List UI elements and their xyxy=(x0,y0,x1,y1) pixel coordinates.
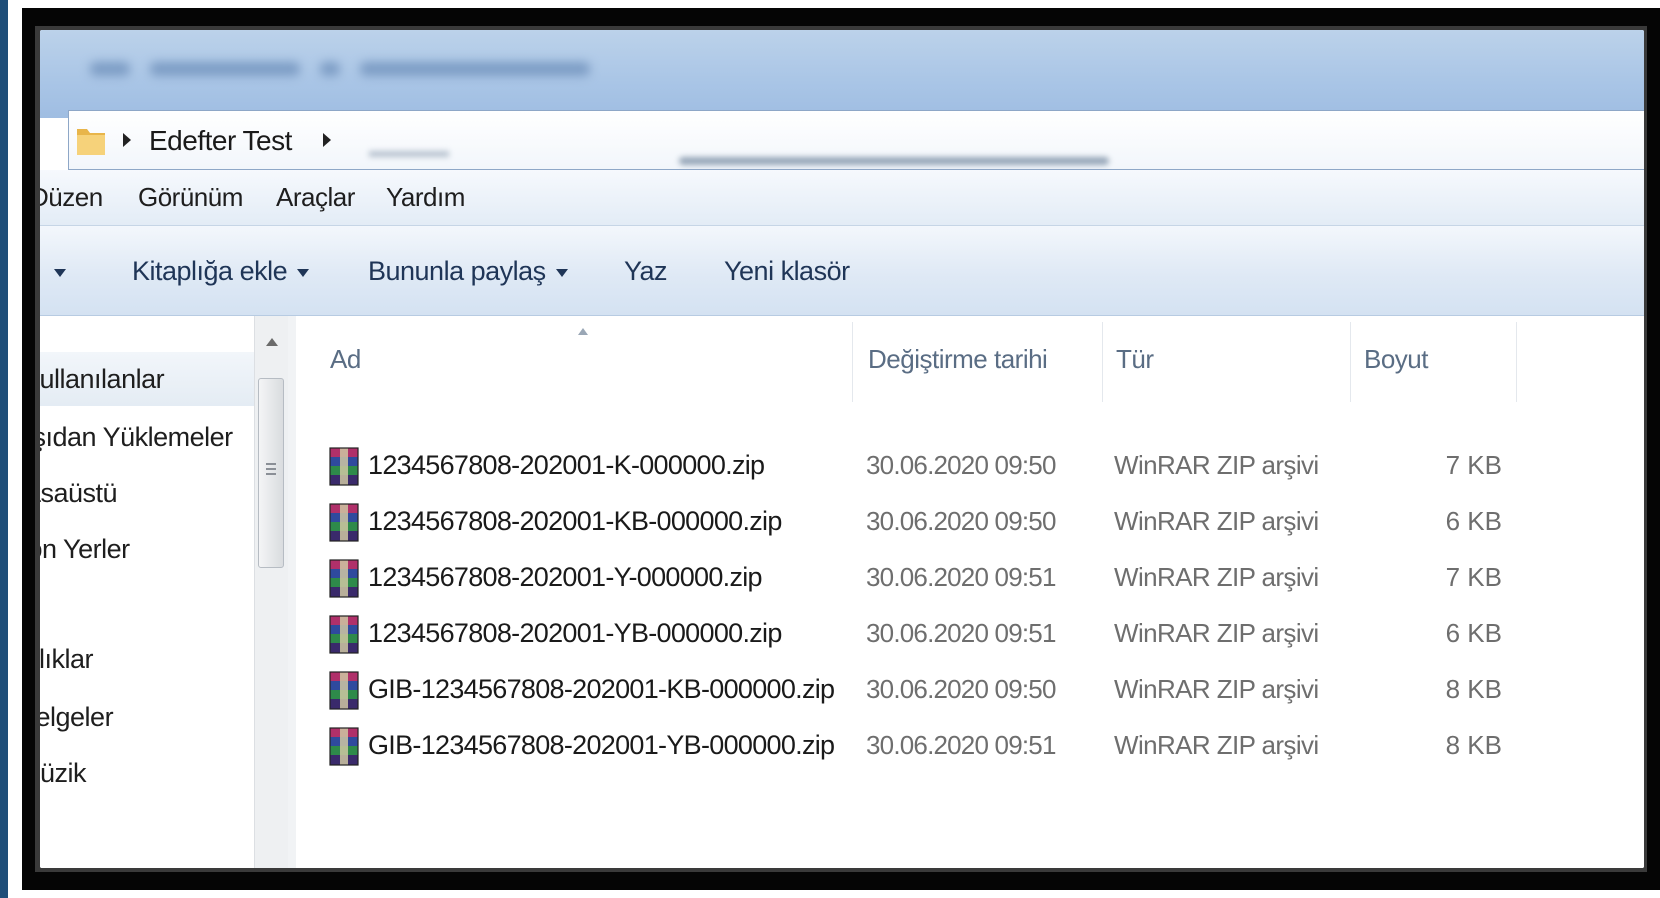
nav-item-recent-places[interactable]: Son Yerler xyxy=(40,534,130,565)
file-type: WinRAR ZIP arşivi xyxy=(1114,730,1319,760)
file-name: 1234567808-202001-K-000000.zip xyxy=(368,450,765,480)
nav-item-recent[interactable]: Kullanılanlar xyxy=(40,352,254,406)
file-row[interactable]: 1234567808-202001-Y-000000.zip 30.06.2020… xyxy=(296,550,1536,606)
file-row[interactable]: 1234567808-202001-K-000000.zip 30.06.2020… xyxy=(296,438,1536,494)
grip-line xyxy=(266,468,276,470)
nav-scrollbar[interactable] xyxy=(254,316,289,868)
blurred-title xyxy=(80,54,620,84)
address-bar[interactable]: Edefter Test xyxy=(68,110,1644,170)
nav-item-label: Kullanılanlar xyxy=(40,364,165,394)
share-with-label: Bununla paylaş xyxy=(368,256,546,286)
file-date: 30.06.2020 09:50 xyxy=(866,674,1056,704)
explorer-window: Edefter Test Düzen Görünüm Araçlar Yardı… xyxy=(40,30,1644,868)
menu-edit[interactable]: Düzen xyxy=(40,182,103,213)
file-date: 30.06.2020 09:51 xyxy=(866,562,1056,592)
file-type: WinRAR ZIP arşivi xyxy=(1114,562,1319,592)
breadcrumb-arrow-icon[interactable] xyxy=(123,133,131,147)
file-name: GIB-1234567808-202001-YB-000000.zip xyxy=(368,730,835,760)
file-list: Ad Değiştirme tarihi Tür Boyut 123456780… xyxy=(296,316,1644,868)
chevron-down-icon xyxy=(54,268,66,277)
file-type: WinRAR ZIP arşivi xyxy=(1114,450,1319,480)
column-separator[interactable] xyxy=(1350,322,1351,402)
file-size: 8 KB xyxy=(1445,674,1502,704)
menu-view[interactable]: Görünüm xyxy=(138,182,243,213)
left-accent-strip xyxy=(0,0,8,898)
file-name: 1234567808-202001-KB-000000.zip xyxy=(368,506,782,536)
column-separator[interactable] xyxy=(1516,322,1517,402)
nav-item-documents[interactable]: Belgeler xyxy=(40,702,114,733)
file-size: 7 KB xyxy=(1445,450,1502,480)
column-header-type[interactable]: Tür xyxy=(1116,344,1154,375)
title-bar xyxy=(40,30,1644,118)
winrar-zip-icon xyxy=(329,559,359,598)
file-size: 6 KB xyxy=(1445,618,1502,648)
file-date: 30.06.2020 09:50 xyxy=(866,450,1056,480)
scroll-thumb[interactable] xyxy=(258,378,284,568)
chevron-down-icon xyxy=(297,268,310,277)
breadcrumb-chevron-icon[interactable] xyxy=(323,133,331,147)
file-date: 30.06.2020 09:50 xyxy=(866,506,1056,536)
file-row[interactable]: GIB-1234567808-202001-YB-000000.zip 30.06… xyxy=(296,718,1536,774)
file-size: 8 KB xyxy=(1445,730,1502,760)
file-name: GIB-1234567808-202001-KB-000000.zip xyxy=(368,674,835,704)
breadcrumb-edefter-test[interactable]: Edefter Test xyxy=(149,125,292,157)
winrar-zip-icon xyxy=(329,447,359,486)
file-size: 7 KB xyxy=(1445,562,1502,592)
command-bar: Kitaplığa ekle Bununla paylaş Yaz Yeni k… xyxy=(40,226,1644,316)
scroll-up-icon[interactable] xyxy=(266,338,278,346)
organize-dropdown[interactable] xyxy=(48,256,66,287)
blurred-region xyxy=(369,151,449,157)
sort-ascending-icon xyxy=(578,328,588,335)
file-name: 1234567808-202001-YB-000000.zip xyxy=(368,618,782,648)
share-with-button[interactable]: Bununla paylaş xyxy=(368,256,568,287)
winrar-zip-icon xyxy=(329,615,359,654)
file-date: 30.06.2020 09:51 xyxy=(866,730,1056,760)
file-row[interactable]: GIB-1234567808-202001-KB-000000.zip 30.06… xyxy=(296,662,1536,718)
nav-item-libraries[interactable]: Kitaplıklar xyxy=(40,644,94,675)
file-type: WinRAR ZIP arşivi xyxy=(1114,506,1319,536)
file-row[interactable]: 1234567808-202001-KB-000000.zip 30.06.202… xyxy=(296,494,1536,550)
navigation-pane: Kullanılanlar Karşıdan Yüklemeler Masaüs… xyxy=(40,316,254,868)
column-separator[interactable] xyxy=(1102,322,1103,402)
winrar-zip-icon xyxy=(329,727,359,766)
menu-tools[interactable]: Araçlar xyxy=(276,182,355,213)
file-name: 1234567808-202001-Y-000000.zip xyxy=(368,562,763,592)
folder-icon xyxy=(77,129,105,155)
column-header-name[interactable]: Ad xyxy=(330,344,361,375)
nav-item-desktop[interactable]: Masaüstü xyxy=(40,478,118,509)
burn-button[interactable]: Yaz xyxy=(624,256,668,287)
column-header-size[interactable]: Boyut xyxy=(1364,344,1429,375)
nav-item-downloads[interactable]: Karşıdan Yüklemeler xyxy=(40,422,233,453)
file-size: 6 KB xyxy=(1445,506,1502,536)
new-folder-button[interactable]: Yeni klasör xyxy=(724,256,850,287)
column-header-date[interactable]: Değiştirme tarihi xyxy=(868,344,1048,375)
file-row[interactable]: 1234567808-202001-YB-000000.zip 30.06.202… xyxy=(296,606,1536,662)
file-type: WinRAR ZIP arşivi xyxy=(1114,674,1319,704)
grip-line xyxy=(266,463,276,465)
menu-help[interactable]: Yardım xyxy=(386,182,465,213)
nav-item-music[interactable]: Müzik xyxy=(40,758,87,789)
winrar-zip-icon xyxy=(329,503,359,542)
winrar-zip-icon xyxy=(329,671,359,710)
chevron-down-icon xyxy=(555,268,568,277)
file-date: 30.06.2020 09:51 xyxy=(866,618,1056,648)
add-to-library-button[interactable]: Kitaplığa ekle xyxy=(132,256,310,287)
blurred-region xyxy=(679,157,1109,165)
menu-bar: Düzen Görünüm Araçlar Yardım xyxy=(40,170,1644,226)
column-separator[interactable] xyxy=(852,322,853,402)
file-type: WinRAR ZIP arşivi xyxy=(1114,618,1319,648)
grip-line xyxy=(266,473,276,475)
add-to-library-label: Kitaplığa ekle xyxy=(132,256,288,286)
